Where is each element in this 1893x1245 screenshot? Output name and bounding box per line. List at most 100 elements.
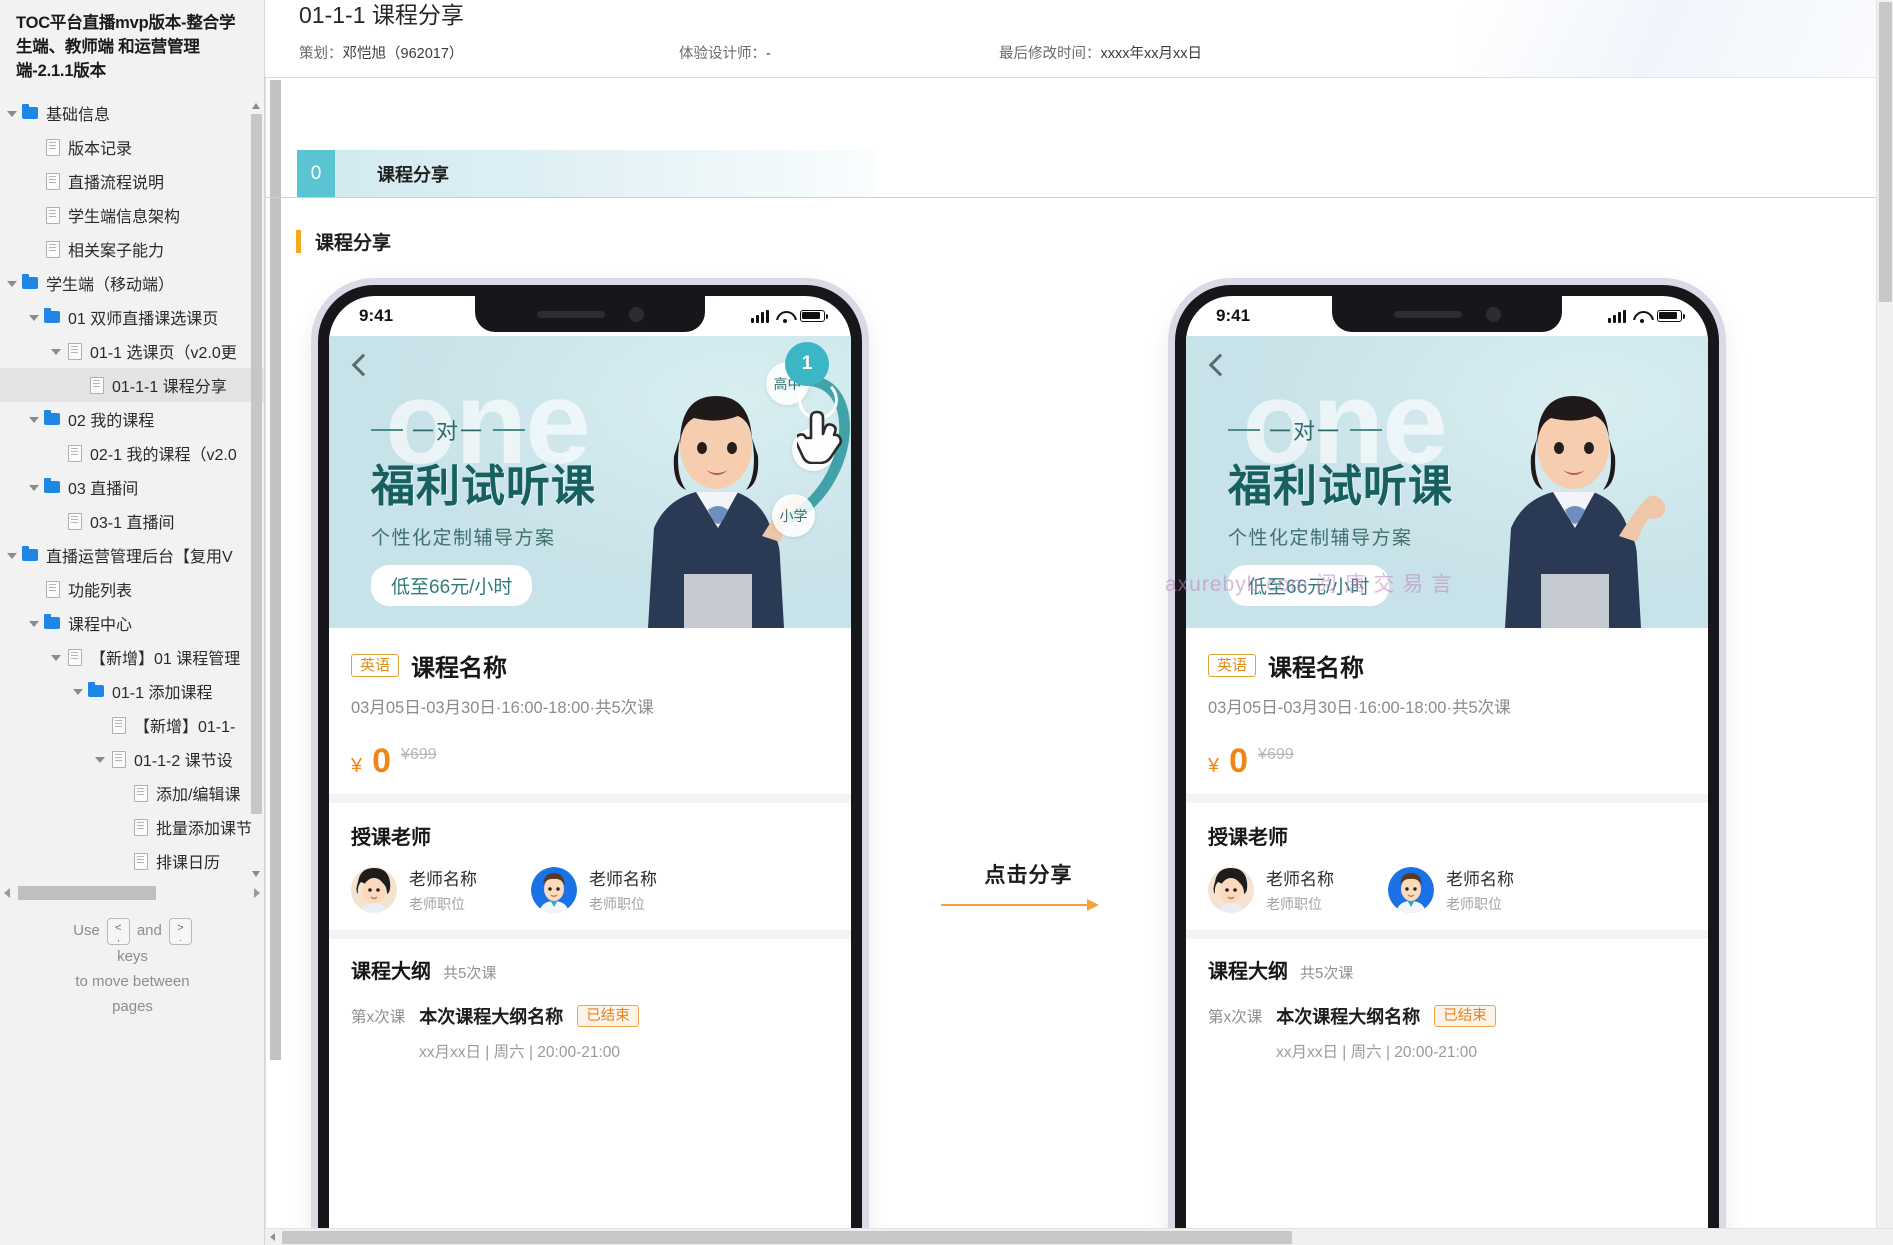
window-vscroll-thumb[interactable] bbox=[1879, 2, 1892, 302]
tree-horizontal-scrollbar[interactable] bbox=[0, 884, 264, 902]
chevron-down-icon[interactable] bbox=[92, 751, 108, 767]
tree-item[interactable]: 基础信息 bbox=[0, 96, 264, 130]
grade-option-primary[interactable]: 小学 bbox=[772, 494, 815, 537]
tree-item[interactable]: 03 直播间 bbox=[0, 470, 264, 504]
tree-item[interactable]: 学生端（移动端） bbox=[0, 266, 264, 300]
tree-item[interactable]: 02-1 我的课程（v2.0 bbox=[0, 436, 264, 470]
prev-key-bottom: , bbox=[117, 932, 120, 943]
tree-item[interactable]: 课程中心 bbox=[0, 606, 264, 640]
tree-item[interactable]: 相关案子能力 bbox=[0, 232, 264, 266]
tree-item-label: 02 我的课程 bbox=[68, 412, 155, 430]
sub-heading-accent-bar bbox=[296, 230, 301, 253]
banner-line1: 一对一 bbox=[412, 419, 485, 444]
teacher-item[interactable]: 老师名称 老师职位 bbox=[1388, 865, 1514, 914]
male-teacher-avatar bbox=[531, 866, 577, 913]
tree-item[interactable]: 01-1-2 课节设 bbox=[0, 742, 264, 776]
page-icon bbox=[132, 852, 149, 871]
chevron-down-icon[interactable] bbox=[4, 547, 20, 563]
price-currency: ¥ bbox=[351, 755, 363, 777]
modified-value: xxxx年xx月xx日 bbox=[1100, 46, 1203, 62]
chevron-down-icon[interactable] bbox=[26, 615, 42, 631]
male-teacher-avatar bbox=[1388, 866, 1434, 913]
status-bar: 9:41 bbox=[1186, 296, 1708, 336]
next-key-bottom: . bbox=[179, 932, 182, 943]
teacher-item[interactable]: 老师名称 老师职位 bbox=[531, 865, 657, 914]
price-original: ¥699 bbox=[401, 746, 437, 763]
page-icon bbox=[132, 784, 149, 803]
chevron-down-icon[interactable] bbox=[4, 275, 20, 291]
tree-item[interactable]: 学生端信息架构 bbox=[0, 198, 264, 232]
chevron-down-icon[interactable] bbox=[26, 479, 42, 495]
page-icon bbox=[88, 376, 105, 395]
tree-item[interactable]: 批量添加课节 bbox=[0, 810, 264, 844]
section-divider bbox=[265, 197, 1893, 198]
tree-item[interactable]: 01-1-1 课程分享 bbox=[0, 367, 264, 402]
page-icon bbox=[110, 750, 127, 769]
chevron-down-icon[interactable] bbox=[48, 343, 64, 359]
scroll-up-arrow-icon[interactable] bbox=[251, 100, 262, 112]
tree-vertical-scrollbar[interactable] bbox=[251, 100, 262, 880]
lesson-row[interactable]: 第x次课 本次课程大纲名称 已结束 bbox=[1208, 1003, 1686, 1029]
lesson-row[interactable]: 第x次课 本次课程大纲名称 已结束 bbox=[351, 1003, 829, 1029]
tree-item[interactable]: 01-1 添加课程 bbox=[0, 674, 264, 708]
status-bar: 9:41 bbox=[329, 296, 851, 336]
teachers-heading: 授课老师 bbox=[1208, 827, 1288, 849]
canvas-gutter-scrollbar[interactable] bbox=[270, 80, 281, 1060]
chevron-down-icon[interactable] bbox=[48, 649, 64, 665]
tree-item[interactable]: 添加/编辑课 bbox=[0, 776, 264, 810]
chevron-down-icon[interactable] bbox=[26, 309, 42, 325]
tree-hscroll-thumb[interactable] bbox=[18, 886, 156, 900]
scroll-right-arrow-icon[interactable] bbox=[249, 885, 264, 901]
tree-item[interactable]: 直播流程说明 bbox=[0, 164, 264, 198]
chevron-down-icon[interactable] bbox=[70, 683, 86, 699]
meta-planner: 策划：邓恺旭（962017） bbox=[299, 42, 679, 63]
flow-arrow-icon bbox=[941, 899, 1116, 911]
teacher-name: 老师名称 bbox=[1266, 870, 1334, 889]
tree-item[interactable]: 01 双师直播课选课页 bbox=[0, 300, 264, 334]
window-scroll-right-icon[interactable] bbox=[1876, 1229, 1893, 1245]
teacher-list: 老师名称 老师职位 老师名称 老师职位 bbox=[351, 865, 829, 914]
status-time: 9:41 bbox=[359, 306, 394, 325]
teacher-item[interactable]: 老师名称 老师职位 bbox=[351, 865, 477, 914]
tree-item[interactable]: 功能列表 bbox=[0, 572, 264, 606]
tree-item-label: 【新增】01 课程管理 bbox=[90, 650, 241, 668]
tree-item[interactable]: 版本记录 bbox=[0, 130, 264, 164]
tree-item[interactable]: 【新增】01-1- bbox=[0, 708, 264, 742]
window-vertical-scrollbar[interactable] bbox=[1876, 0, 1893, 1228]
tree-item[interactable]: 直播运营管理后台【复用V bbox=[0, 538, 264, 572]
back-chevron-icon[interactable] bbox=[1203, 352, 1229, 378]
window-hscroll-thumb[interactable] bbox=[282, 1230, 1292, 1244]
female-teacher-avatar bbox=[1208, 866, 1254, 913]
teacher-name: 老师名称 bbox=[589, 870, 657, 889]
status-time: 9:41 bbox=[1216, 306, 1251, 325]
scroll-left-arrow-icon[interactable] bbox=[0, 885, 16, 901]
outline-head: 课程大纲 共5次课 bbox=[1208, 955, 1686, 984]
banner-rule-left bbox=[371, 429, 403, 431]
tree-item[interactable]: 02 我的课程 bbox=[0, 402, 264, 436]
tree-hscroll-track[interactable] bbox=[16, 886, 249, 900]
lesson-index: 第x次课 bbox=[1208, 1009, 1263, 1026]
lesson-index: 第x次课 bbox=[351, 1009, 406, 1026]
subject-tag: 英语 bbox=[1208, 654, 1257, 677]
page-tree[interactable]: 基础信息 版本记录 直播流程说明 学生端信息架构 相关案子能力学生端（移动端） 01 双师… bbox=[0, 94, 264, 884]
back-chevron-icon[interactable] bbox=[346, 352, 372, 378]
female-teacher-avatar bbox=[351, 866, 397, 913]
tree-item-label: 学生端（移动端） bbox=[46, 276, 175, 294]
course-schedule: 03月05日-03月30日·16:00-18:00·共5次课 bbox=[351, 699, 654, 717]
teacher-item[interactable]: 老师名称 老师职位 bbox=[1208, 865, 1334, 914]
scroll-down-arrow-icon[interactable] bbox=[251, 868, 262, 880]
status-indicators bbox=[1608, 309, 1686, 323]
chevron-down-icon[interactable] bbox=[26, 411, 42, 427]
tree-item[interactable]: 【新增】01 课程管理 bbox=[0, 640, 264, 674]
chevron-down-icon[interactable] bbox=[4, 105, 20, 121]
window-scroll-left-icon[interactable] bbox=[265, 1229, 282, 1245]
tree-item[interactable]: 03-1 直播间 bbox=[0, 504, 264, 538]
tree-item[interactable]: 01-1 选课页（v2.0更 bbox=[0, 334, 264, 368]
window-horizontal-scrollbar[interactable] bbox=[265, 1228, 1893, 1245]
teachers-section: 授课老师 老师名称 老师职位 老师名称 老师职位 bbox=[329, 803, 851, 930]
section-divider-2 bbox=[329, 930, 851, 939]
tree-scroll-thumb[interactable] bbox=[251, 114, 262, 814]
tree-item[interactable]: 排课日历 bbox=[0, 844, 264, 878]
window-hscroll-track[interactable] bbox=[282, 1230, 1876, 1244]
